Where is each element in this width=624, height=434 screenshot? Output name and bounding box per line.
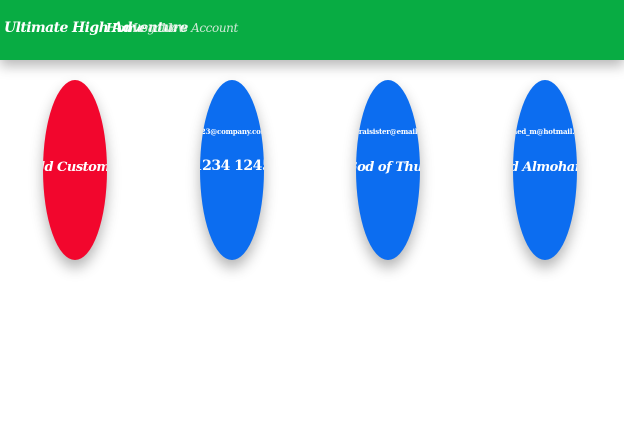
customer-name: r God of Thund xyxy=(356,160,420,175)
add-customer-label: Add Customer xyxy=(43,160,107,175)
customer-card[interactable]: Ahmed_m@hotmail.com med Almohamm xyxy=(513,80,577,260)
customer-email: Ahmed_m@hotmail.com xyxy=(513,127,577,136)
customer-email: 123@company.com xyxy=(200,127,264,136)
customer-email: electraisister@email.com xyxy=(356,127,420,136)
customer-card[interactable]: 123@company.com 1234 1245 xyxy=(200,80,264,260)
customer-name: med Almohamm xyxy=(513,160,577,175)
customer-card[interactable]: electraisister@email.com r God of Thund xyxy=(356,80,420,260)
customer-cards: Add Customer 123@company.com 1234 1245 e… xyxy=(0,0,624,434)
add-customer-card[interactable]: Add Customer xyxy=(43,80,107,260)
nav-new-account-link[interactable]: New Account xyxy=(161,21,238,35)
top-navbar: Ultimate High Adventure Home Logout New … xyxy=(0,0,624,60)
customer-phone: 1234 1245 xyxy=(200,158,264,174)
